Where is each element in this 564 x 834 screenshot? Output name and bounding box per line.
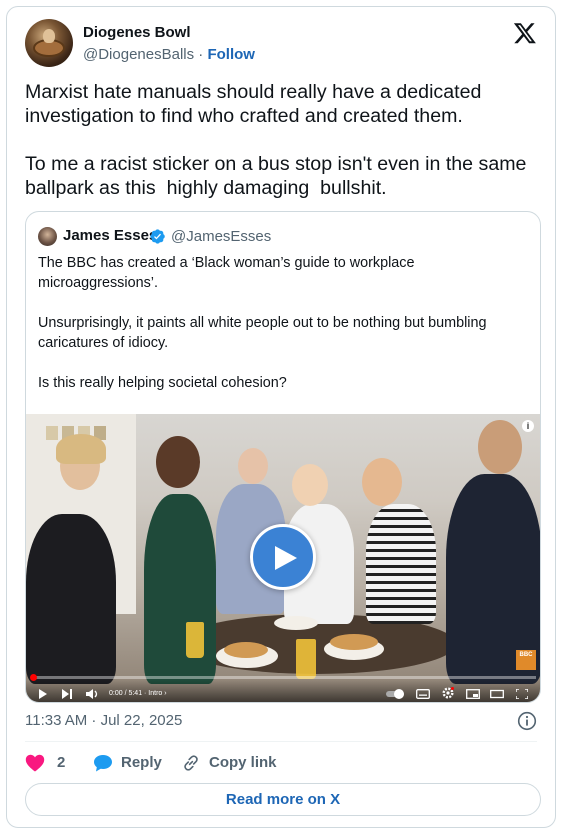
quoted-author-name: James Esses [63, 227, 158, 244]
video-progress-bar[interactable] [30, 674, 536, 681]
theater-mode-icon[interactable] [490, 689, 504, 699]
next-icon[interactable] [62, 689, 73, 699]
x-logo-icon[interactable] [513, 21, 537, 45]
video-player[interactable]: i BBC 0:00 / 5:41 · Intro › [26, 414, 540, 702]
read-more-button[interactable]: Read more on X [25, 783, 541, 816]
info-icon[interactable] [517, 711, 537, 731]
quoted-tweet[interactable]: James Esses @JamesEsses The BBC has crea… [25, 211, 541, 703]
divider [25, 741, 537, 742]
control-play-icon[interactable] [38, 689, 48, 699]
play-icon [275, 546, 297, 570]
verified-badge-icon [150, 229, 165, 244]
play-button[interactable] [250, 524, 316, 590]
author-name[interactable]: Diogenes Bowl [83, 24, 191, 41]
author-handle-row: @DiogenesBalls · Follow [83, 46, 255, 63]
reply-bubble-icon [94, 755, 112, 772]
miniplayer-icon[interactable] [466, 689, 480, 699]
reply-button[interactable]: Reply [93, 753, 173, 773]
captions-icon[interactable] [416, 689, 430, 699]
tweet-card: Diogenes Bowl @DiogenesBalls · Follow Ma… [6, 6, 556, 828]
tweet-timestamp[interactable]: 11:33 AM · Jul 22, 2025 [25, 712, 182, 729]
avatar-figure-shape [43, 29, 55, 43]
tweet-text: Marxist hate manuals should really have … [25, 81, 527, 199]
link-icon [184, 755, 198, 771]
reply-label: Reply [121, 754, 162, 771]
autoplay-toggle-icon[interactable] [386, 689, 404, 699]
settings-gear-icon[interactable] [442, 687, 454, 699]
quoted-tweet-text: The BBC has created a ‘Black woman’s gui… [38, 255, 487, 391]
author-handle[interactable]: @DiogenesBalls [83, 46, 194, 63]
video-controls: 0:00 / 5:41 · Intro › [26, 680, 540, 702]
fullscreen-icon[interactable] [516, 689, 528, 699]
video-info-icon[interactable]: i [522, 420, 534, 432]
like-count: 2 [57, 754, 66, 771]
bbc-logo-icon: BBC [516, 650, 536, 670]
heart-icon [25, 754, 45, 772]
volume-icon[interactable] [86, 689, 100, 699]
copy-link-button[interactable]: Copy link [181, 753, 281, 773]
quoted-author-handle: @JamesEsses [171, 228, 272, 245]
quoted-author-avatar [38, 227, 57, 246]
handle-separator: · [198, 46, 204, 63]
follow-link[interactable]: Follow [207, 46, 255, 63]
author-avatar[interactable] [25, 19, 73, 67]
video-time-label: 0:00 / 5:41 · Intro › [109, 690, 167, 697]
copy-link-label: Copy link [209, 754, 277, 771]
